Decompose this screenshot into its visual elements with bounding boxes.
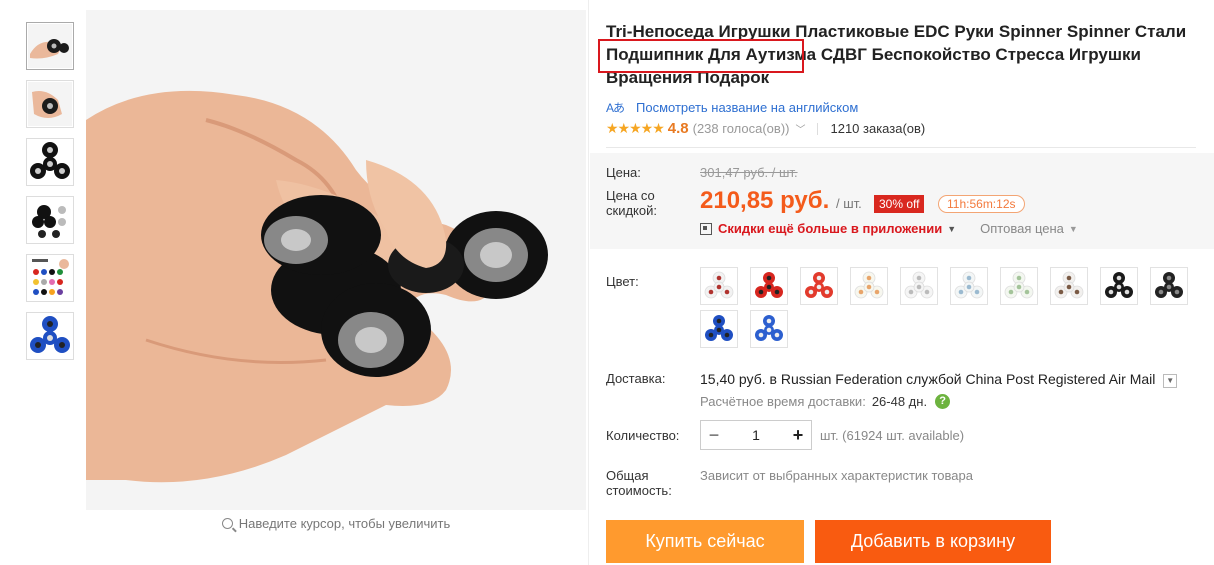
add-to-cart-button[interactable]: Добавить в корзину <box>815 520 1051 563</box>
increase-quantity-button[interactable]: + <box>785 425 811 446</box>
discount-badge: 30% off <box>874 195 925 213</box>
discount-price: 210,85 руб. <box>700 187 830 214</box>
thumbnail-image <box>32 259 69 295</box>
spinner-blue-icon <box>705 315 733 341</box>
spinner-glow-blue-icon <box>954 271 984 299</box>
quantity-stepper: − + <box>700 420 812 450</box>
orders-count: 1210 заказа(ов) <box>830 121 926 136</box>
color-swatch-black[interactable] <box>1100 267 1138 305</box>
color-swatch-glow-orange[interactable] <box>850 267 888 305</box>
available-stock: шт. (61924 шт. available) <box>820 428 965 443</box>
decrease-quantity-button[interactable]: − <box>701 425 727 446</box>
separator <box>606 147 1196 148</box>
total-note: Зависит от выбранных характеристик товар… <box>700 468 973 483</box>
star-rating-icon: ★★★★★ <box>606 120 665 136</box>
rating-value: 4.8 <box>667 120 689 137</box>
thumbnail-blue-spinner[interactable] <box>26 312 74 360</box>
spinner-red-icon <box>755 272 783 298</box>
discount-price-label: Цена со скидкой: <box>606 188 657 218</box>
thumbnail-image <box>30 316 70 353</box>
spinner-white-red-icon <box>704 271 734 299</box>
column-divider <box>588 0 589 565</box>
main-product-image[interactable] <box>86 10 586 510</box>
spinner-glow-orange-icon <box>854 271 884 299</box>
buy-now-button[interactable]: Купить сейчас <box>606 520 804 563</box>
original-price: 301,47 руб. / шт. <box>700 165 798 180</box>
color-swatch-red-white[interactable] <box>800 267 838 305</box>
thumbnail-image <box>28 24 72 68</box>
total-label: Общая стоимость: <box>606 468 672 498</box>
spinner-glow-green-icon <box>1004 271 1034 299</box>
wholesale-price-link[interactable]: Оптовая цена <box>980 221 1064 236</box>
spinner-black-icon <box>1105 272 1133 298</box>
caret-down-icon[interactable]: ▼ <box>947 224 956 234</box>
color-swatch-red[interactable] <box>750 267 788 305</box>
thumbnail-spinner-chart[interactable] <box>26 254 74 302</box>
spinner-black-gray-icon <box>1155 272 1183 298</box>
color-swatch-black-gray[interactable] <box>1150 267 1188 305</box>
color-label: Цвет: <box>606 274 639 289</box>
hand-holding-spinner-image <box>86 10 586 510</box>
color-swatch-glow-blue[interactable] <box>950 267 988 305</box>
shipping-cost: 15,40 руб. <box>700 371 766 387</box>
delivery-days: 26-48 дн. <box>871 394 928 409</box>
magnifier-icon <box>221 518 233 529</box>
translate-title-link[interactable]: Aあ Посмотреть название на английском <box>606 99 1206 116</box>
zoom-hint-text: Наведите курсор, чтобы увеличить <box>238 516 451 531</box>
thumbnail-image <box>30 142 70 179</box>
countdown-timer: 11h:56m:12s <box>938 195 1025 213</box>
shipping-method[interactable]: в Russian Federation службой China Post … <box>770 371 1156 387</box>
rating-row: ★★★★★ 4.8 (238 голоса(ов)) ﹀ 1210 заказа… <box>606 120 1206 137</box>
thumbnail-strip <box>26 22 78 370</box>
translate-link-text: Посмотреть название на английском <box>636 100 859 115</box>
spinner-white-brown-icon <box>1054 271 1084 299</box>
color-swatch-blue-white[interactable] <box>750 310 788 348</box>
highlight-annotation-box <box>598 39 804 73</box>
quantity-input[interactable] <box>727 426 785 444</box>
votes-link[interactable]: (238 голоса(ов)) <box>693 121 790 136</box>
divider <box>817 122 819 135</box>
help-icon[interactable]: ? <box>935 394 951 409</box>
chevron-down-icon[interactable]: ﹀ <box>795 121 805 136</box>
app-discount-link[interactable]: Скидки ещё больше в приложении <box>718 221 942 236</box>
app-discount-row: Скидки ещё больше в приложении ▼ Оптовая… <box>700 221 1078 236</box>
thumbnail-hand-spinner-2[interactable] <box>26 80 74 128</box>
shipping-label: Доставка: <box>606 371 666 386</box>
zoom-hint: Наведите курсор, чтобы увеличить <box>86 516 586 531</box>
thumbnail-spinner-set[interactable] <box>26 196 74 244</box>
delivery-estimate: Расчётное время доставки: 26-48 дн. ? <box>700 394 951 409</box>
thumbnail-black-spinner[interactable] <box>26 138 74 186</box>
quantity-label: Количество: <box>606 428 680 443</box>
spinner-red-white-icon <box>805 272 833 298</box>
shipping-info: 15,40 руб. в Russian Federation службой … <box>700 371 1178 388</box>
product-info: Tri-Непоседа Игрушки Пластиковые EDC Рук… <box>598 20 1206 137</box>
color-swatch-glow-green[interactable] <box>1000 267 1038 305</box>
qr-code-icon <box>700 222 712 235</box>
shipping-dropdown-icon[interactable]: ▼ <box>1163 374 1178 388</box>
color-swatch-blue[interactable] <box>700 310 738 348</box>
caret-down-icon[interactable]: ▼ <box>1069 224 1078 234</box>
price-unit: / шт. <box>836 196 862 211</box>
delivery-estimate-label: Расчётное время доставки: <box>700 394 866 409</box>
price-label: Цена: <box>606 165 641 180</box>
translate-icon: Aあ <box>606 101 625 115</box>
thumbnail-image <box>28 82 72 126</box>
color-swatch-glow-white[interactable] <box>900 267 938 305</box>
color-swatch-white-brown[interactable] <box>1050 267 1088 305</box>
spinner-blue-white-icon <box>755 315 783 341</box>
spinner-glow-white-icon <box>904 271 934 299</box>
thumbnail-hand-spinner-1[interactable] <box>26 22 74 70</box>
color-swatch-white-red[interactable] <box>700 267 738 305</box>
thumbnail-image <box>32 205 66 238</box>
